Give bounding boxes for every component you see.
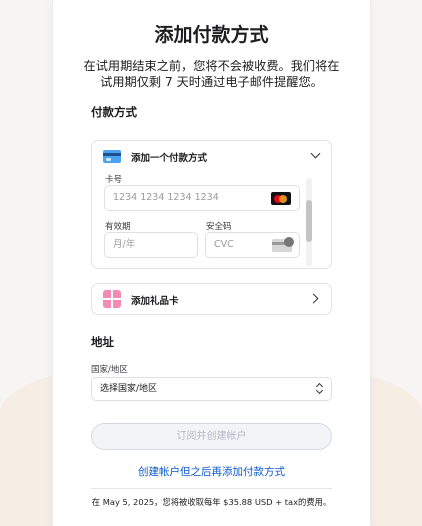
country-label: 国家/地区 xyxy=(91,365,128,375)
chevron-right-icon xyxy=(308,293,319,304)
card-number-input[interactable]: 1234 1234 1234 1234 xyxy=(104,185,300,211)
form-scrollbar[interactable] xyxy=(306,178,312,266)
country-select-value: 选择国家/地区 xyxy=(100,384,158,394)
gift-card-icon xyxy=(103,290,121,308)
chevron-down-icon xyxy=(310,148,321,159)
payment-method-panel: 添加一个付款方式 卡号 1234 1234 1234 1234 有效期 月/年 … xyxy=(91,140,332,269)
page-title: 添加付款方式 xyxy=(154,24,269,46)
payment-section-label: 付款方式 xyxy=(91,105,137,119)
expiry-placeholder: 月/年 xyxy=(113,239,136,250)
trial-notice: 在试用期结束之前，您将不会被收费。我们将在试用期仅剩 7 天时通过电子邮件提醒您… xyxy=(83,59,340,89)
credit-card-icon xyxy=(103,150,121,163)
billing-fine-print: 在 May 5, 2025，您将被收取每年 $35.88 USD + tax的费… xyxy=(91,497,332,507)
add-payment-later-link[interactable]: 创建帐户但之后再添加付款方式 xyxy=(53,464,370,479)
card-number-placeholder: 1234 1234 1234 1234 xyxy=(113,192,219,203)
add-payment-method-toggle[interactable]: 添加一个付款方式 xyxy=(92,141,331,174)
cvc-placeholder: CVC xyxy=(214,239,234,250)
scrollbar-thumb[interactable] xyxy=(306,200,312,242)
divider xyxy=(91,488,332,489)
add-gift-card-button[interactable]: 添加礼品卡 xyxy=(91,283,332,315)
expiry-label: 有效期 xyxy=(105,222,131,232)
payment-card: 添加付款方式 在试用期结束之前，您将不会被收费。我们将在试用期仅剩 7 天时通过… xyxy=(53,0,370,526)
gift-card-label: 添加礼品卡 xyxy=(131,296,179,307)
cvc-card-icon xyxy=(272,237,294,252)
card-number-label: 卡号 xyxy=(105,175,123,185)
cvc-label: 安全码 xyxy=(206,222,232,232)
select-arrows-icon xyxy=(315,382,324,396)
expiry-input[interactable]: 月/年 xyxy=(104,232,198,258)
cvc-input[interactable]: CVC xyxy=(205,232,300,258)
country-select[interactable]: 选择国家/地区 xyxy=(91,377,332,401)
address-section-label: 地址 xyxy=(91,335,114,349)
mastercard-icon xyxy=(271,192,291,205)
subscribe-create-account-button[interactable]: 订阅并创建帐户 xyxy=(91,423,332,450)
add-payment-method-label: 添加一个付款方式 xyxy=(131,153,208,164)
